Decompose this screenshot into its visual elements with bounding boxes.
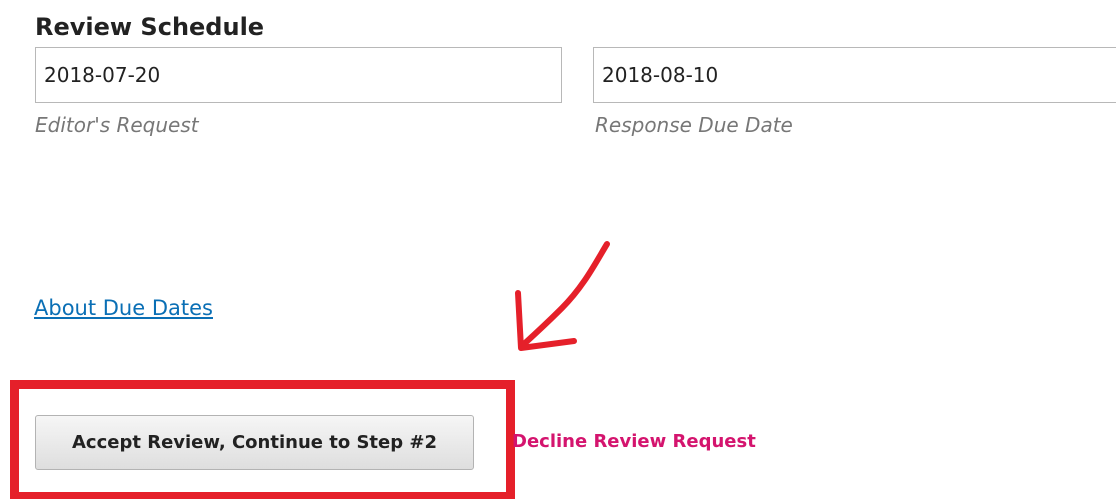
response-due-date-input[interactable] — [593, 47, 1116, 103]
editor-request-hint: Editor's Request — [35, 113, 199, 137]
section-title: Review Schedule — [35, 13, 265, 41]
review-page: Review Schedule Editor's Request Respons… — [0, 0, 1116, 499]
decline-review-link[interactable]: Decline Review Request — [512, 428, 756, 456]
about-due-dates-link[interactable]: About Due Dates — [34, 292, 213, 324]
red-arrow-icon — [515, 241, 610, 351]
response-due-hint: Response Due Date — [595, 113, 793, 137]
accept-review-button[interactable]: Accept Review, Continue to Step #2 — [35, 415, 474, 470]
editor-request-date-input[interactable] — [35, 47, 562, 103]
